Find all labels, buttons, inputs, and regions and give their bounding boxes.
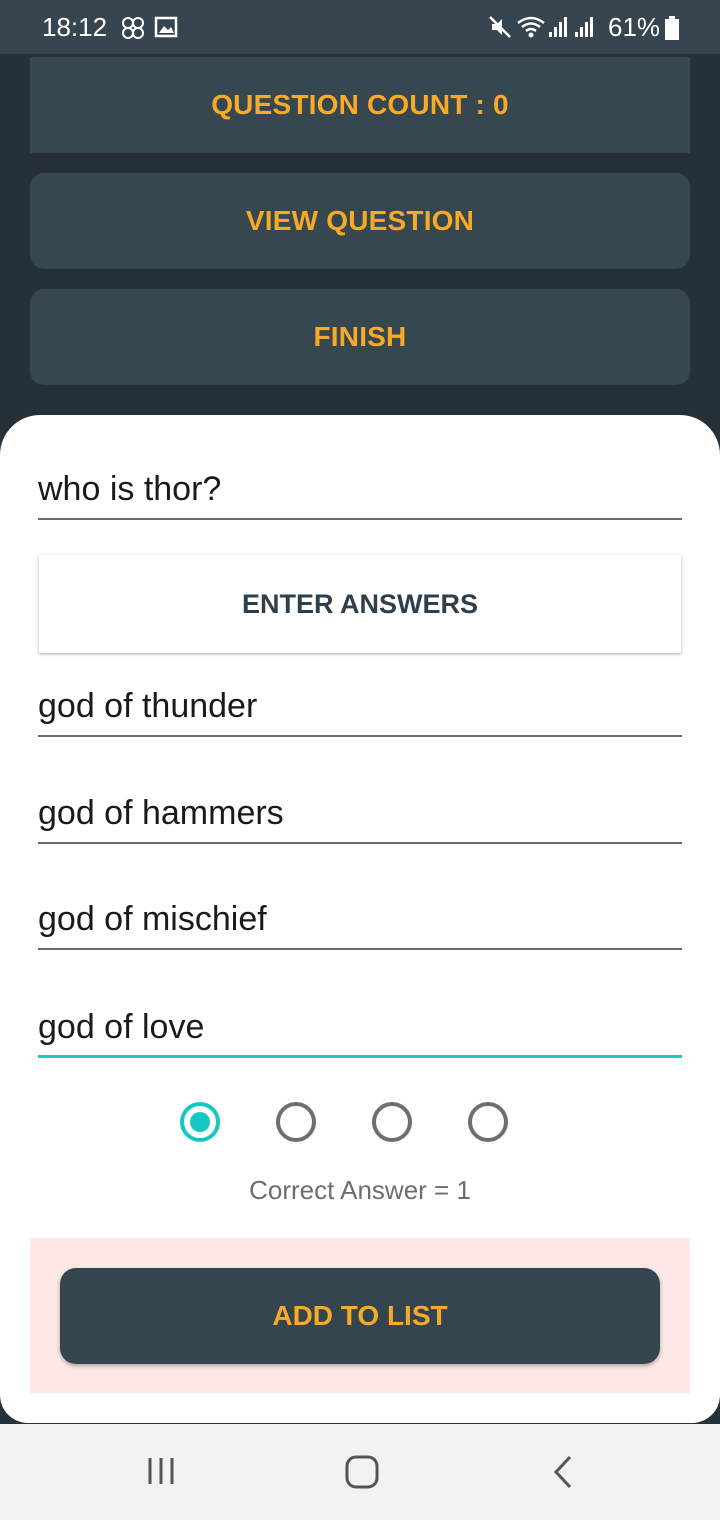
answer-input-3[interactable]: god of mischief: [38, 890, 682, 950]
battery-icon: [664, 15, 680, 46]
back-icon[interactable]: [550, 1454, 580, 1495]
signal-icon: [548, 15, 570, 44]
correct-answer-label: Correct Answer = 1: [249, 1175, 471, 1205]
status-time: 18:12: [42, 12, 108, 42]
answer-radio-1[interactable]: [180, 1102, 220, 1142]
mute-icon: [488, 15, 512, 44]
navigation-bar: [0, 1424, 720, 1520]
signal-icon: [574, 15, 596, 44]
answer-radio-3[interactable]: [372, 1102, 412, 1142]
notification-icon: [120, 15, 146, 46]
answer-radio-4[interactable]: [468, 1102, 508, 1142]
add-to-list-container: ADD TO LIST: [30, 1238, 690, 1393]
answer-input-1[interactable]: god of thunder: [38, 677, 682, 737]
view-question-button[interactable]: VIEW QUESTION: [30, 173, 690, 269]
top-controls: QUESTION COUNT : 0 VIEW QUESTION FINISH: [0, 54, 720, 416]
answer-radio-2[interactable]: [276, 1102, 316, 1142]
answer-input-4[interactable]: god of love: [38, 998, 682, 1058]
battery-percent: 61%: [608, 12, 661, 42]
question-count-label: QUESTION COUNT : 0: [30, 57, 690, 153]
enter-answers-header: ENTER ANSWERS: [39, 555, 681, 653]
finish-button[interactable]: FINISH: [30, 289, 690, 385]
status-bar: 18:12 61%: [0, 0, 720, 54]
recent-apps-icon[interactable]: [144, 1454, 178, 1493]
add-to-list-button[interactable]: ADD TO LIST: [60, 1268, 660, 1364]
question-input[interactable]: who is thor?: [38, 460, 682, 520]
gallery-icon: [154, 15, 178, 44]
wifi-icon: [516, 15, 546, 44]
add-question-sheet: who is thor? ENTER ANSWERS god of thunde…: [0, 415, 720, 1423]
answer-input-2[interactable]: god of hammers: [38, 784, 682, 844]
home-icon[interactable]: [344, 1454, 380, 1495]
